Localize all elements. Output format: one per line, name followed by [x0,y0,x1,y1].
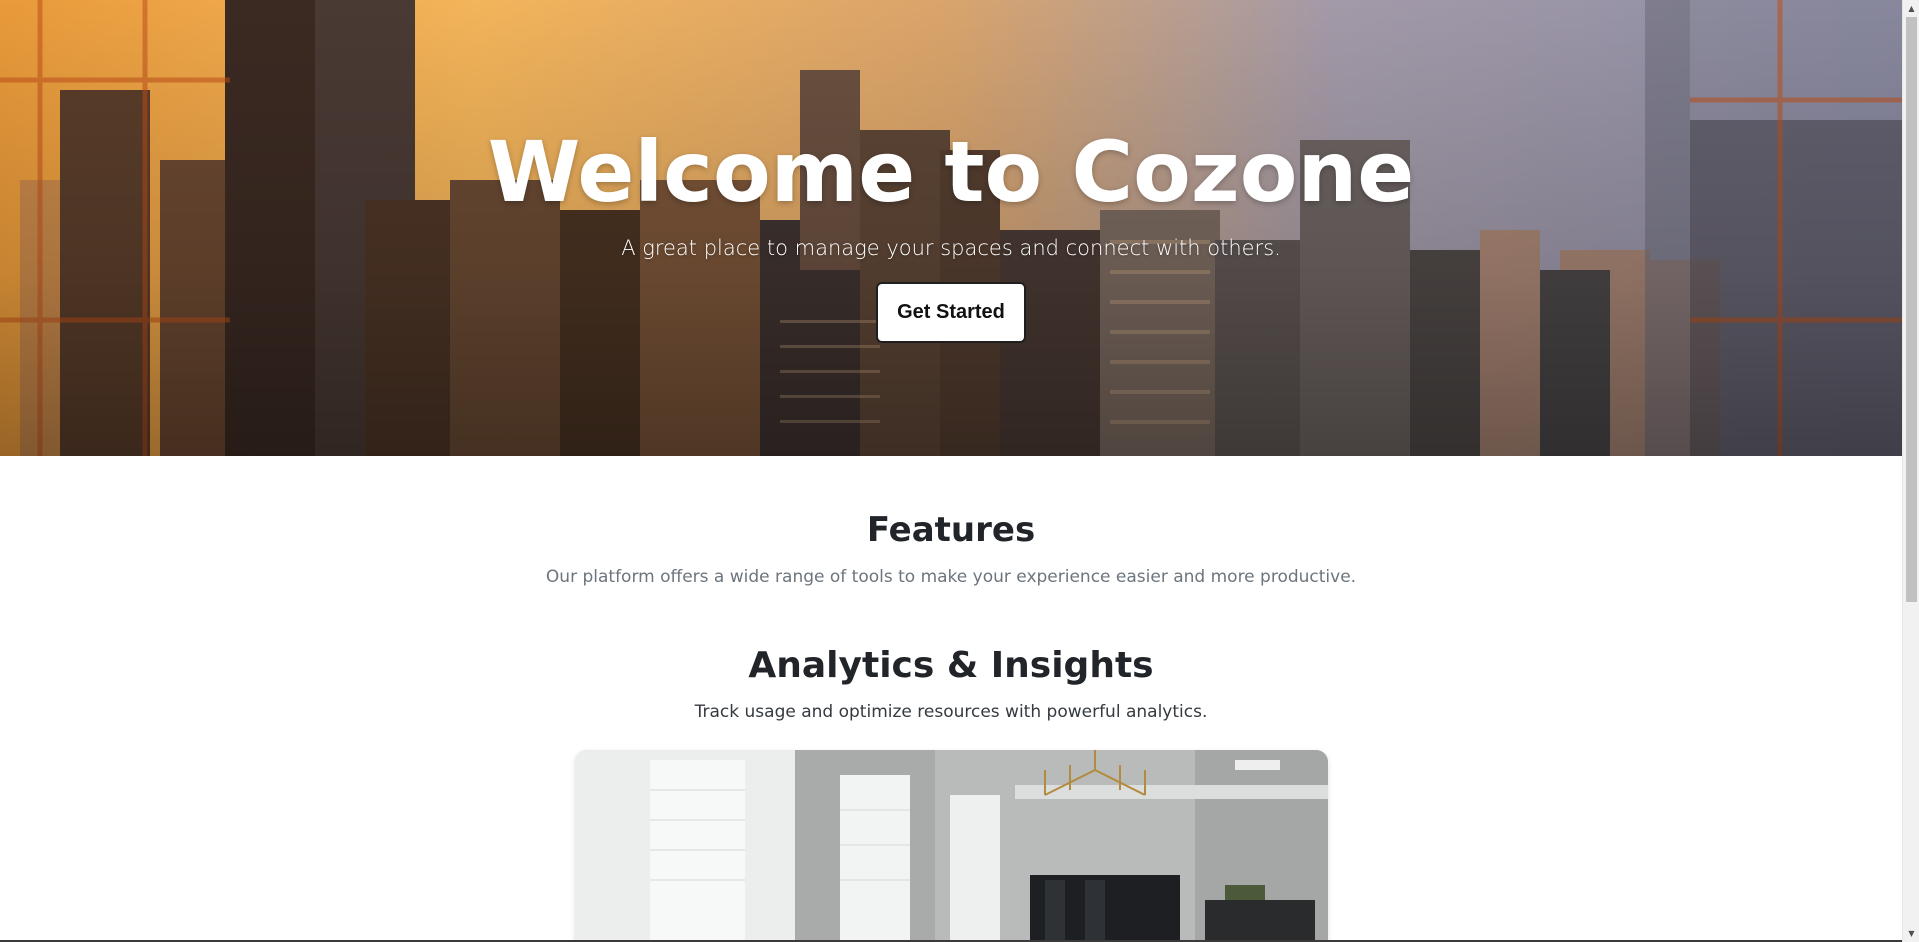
features-description: Our platform offers a wide range of tool… [545,567,1357,587]
scrollbar-thumb[interactable] [1906,17,1917,602]
vertical-scrollbar[interactable]: ▲ ▼ [1902,0,1919,942]
features-heading: Features [866,510,1036,550]
analytics-description: Track usage and optimize resources with … [694,702,1208,722]
page-viewport: Welcome to Cozone A great place to manag… [0,0,1902,942]
analytics-room-image [575,750,1328,942]
get-started-button[interactable]: Get Started [876,282,1026,343]
analytics-heading: Analytics & Insights [748,645,1154,686]
hero-title: Welcome to Cozone [487,123,1415,221]
scroll-up-arrow-icon[interactable]: ▲ [1903,0,1919,17]
hero-subtitle: A great place to manage your spaces and … [621,236,1281,260]
hero-content: Welcome to Cozone A great place to manag… [0,0,1902,456]
hero-section: Welcome to Cozone A great place to manag… [0,0,1902,456]
scroll-down-arrow-icon[interactable]: ▼ [1903,925,1919,942]
